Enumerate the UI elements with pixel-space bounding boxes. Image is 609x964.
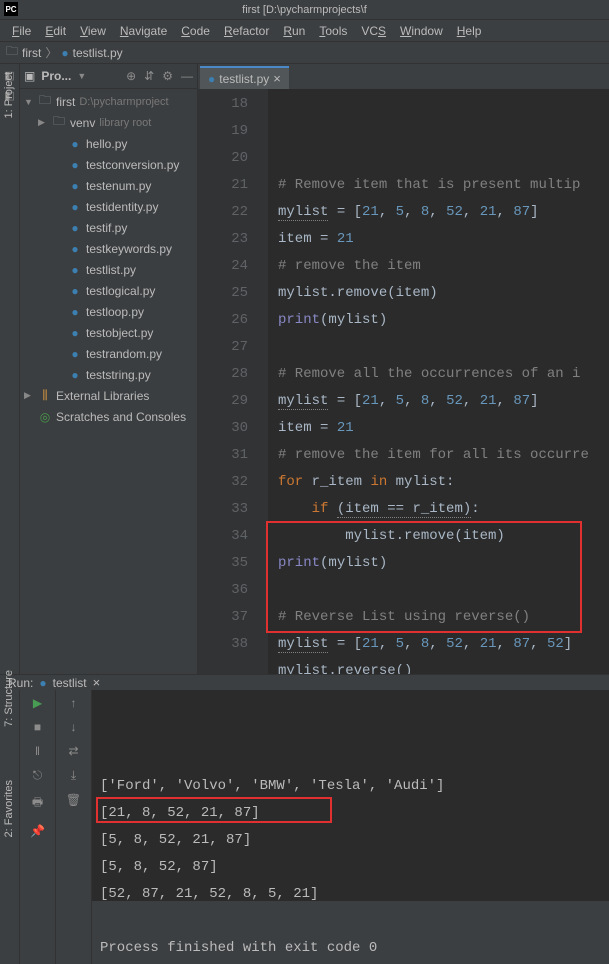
python-icon: ● [68,200,82,214]
minimize-icon[interactable]: — [181,69,193,83]
menu-window[interactable]: Window [394,22,449,40]
menu-code[interactable]: Code [175,22,216,40]
python-icon: ● [61,46,68,60]
python-icon: ● [68,368,82,382]
menu-run[interactable]: Run [277,22,311,40]
pycharm-icon: PC [4,2,18,16]
project-tree: ▼🗀first D:\pycharmproject▶🗀venv library … [20,89,197,429]
menu-view[interactable]: View [74,22,112,40]
tree-item-testloop-py[interactable]: ●testloop.py [20,301,197,322]
tree-item-teststring-py[interactable]: ●teststring.py [20,364,197,385]
tree-item-external-libraries[interactable]: ▶⫼External Libraries [20,385,197,406]
run-toolbar-primary: ▶ ■ ‖ ⎋ 🖶 📌 [20,690,56,964]
console-output[interactable]: ['Ford', 'Volvo', 'BMW', 'Tesla', 'Audi'… [92,690,609,964]
target-icon[interactable]: ⊕ [126,69,136,83]
tree-item-testrandom-py[interactable]: ●testrandom.py [20,343,197,364]
menu-edit[interactable]: Edit [39,22,72,40]
editor-tab[interactable]: ● testlist.py × [200,66,289,89]
python-icon: ● [68,326,82,340]
tree-item-venv[interactable]: ▶🗀venv library root [20,112,197,133]
breadcrumb-bar: 🗀 first 〉 ● testlist.py [0,42,609,64]
tab-label: testlist.py [219,72,269,86]
tree-item-hello-py[interactable]: ●hello.py [20,133,197,154]
run-tool-window: Run: ● testlist × ▶ ■ ‖ ⎋ 🖶 📌 ↑ ↓ ⇄ ⤓ 🗑 … [0,674,609,901]
menu-help[interactable]: Help [451,22,488,40]
tree-arrow-icon: ▼ [24,97,34,107]
project-tool-window: ▣ Pro... ▼ ⊕ ⇵ ⚙ — ▼🗀first D:\pycharmpro… [20,64,198,674]
run-header: Run: ● testlist × [0,675,609,690]
tree-item-testconversion-py[interactable]: ●testconversion.py [20,154,197,175]
python-icon: ● [68,137,82,151]
editor-tab-bar: ● testlist.py × [198,64,609,89]
scratch-icon: ◎ [38,410,52,424]
tree-arrow-icon: ▶ [38,117,48,128]
gear-icon[interactable]: ⚙ [162,69,173,83]
tree-item-testif-py[interactable]: ●testif.py [20,217,197,238]
breadcrumb-root[interactable]: first [22,46,41,60]
close-icon[interactable]: × [93,675,101,690]
tree-item-first[interactable]: ▼🗀first D:\pycharmproject [20,91,197,112]
folder-icon: 🗀 [6,42,18,63]
up-icon[interactable]: ↑ [71,696,77,710]
python-icon: ● [68,263,82,277]
tree-item-testidentity-py[interactable]: ●testidentity.py [20,196,197,217]
menu-refactor[interactable]: Refactor [218,22,275,40]
close-icon[interactable]: × [273,71,281,86]
down-icon[interactable]: ↓ [71,720,77,734]
python-icon: ● [68,221,82,235]
menu-navigate[interactable]: Navigate [114,22,173,40]
structure-vertical-tab[interactable]: 7: Structure [1,666,17,731]
left-gutter-rail: ◧ ◧ [0,64,20,674]
breadcrumb-file[interactable]: testlist.py [73,46,123,60]
run-toolbar-secondary: ↑ ↓ ⇄ ⤓ 🗑 [56,690,92,964]
editor-area: ● testlist.py × 181920212223242526272829… [198,64,609,674]
project-header: ▣ Pro... ▼ ⊕ ⇵ ⚙ — [20,64,197,89]
python-icon: ● [68,305,82,319]
chevron-right-icon: 〉 [45,44,57,61]
exit-icon[interactable]: ⎋ [33,768,43,783]
menu-tools[interactable]: Tools [313,22,353,40]
python-icon: ● [68,179,82,193]
folder-icon: 🗀 [38,91,52,112]
python-icon: ● [68,242,82,256]
pin-icon[interactable]: 📌 [30,824,45,838]
stop-icon[interactable]: ■ [34,720,41,734]
wrap-icon[interactable]: ⇄ [68,744,78,758]
python-icon: ● [68,347,82,361]
project-view-icon: ▣ [24,69,35,83]
trash-icon[interactable]: 🗑 [66,793,81,807]
pause-icon[interactable]: ‖ [35,744,40,758]
menu-vcs[interactable]: VCS [355,22,392,40]
tree-item-scratches-and-consoles[interactable]: ◎Scratches and Consoles [20,406,197,427]
library-icon: ⫼ [38,388,52,403]
tree-item-testkeywords-py[interactable]: ●testkeywords.py [20,238,197,259]
python-icon: ● [68,158,82,172]
window-title: first [D:\pycharmprojects\f [242,4,367,16]
tree-arrow-icon: ▶ [24,390,34,401]
code-text[interactable]: # Remove item that is present multipmyli… [268,89,609,674]
favorites-vertical-tab[interactable]: 2: Favorites [1,776,17,841]
folder-icon: 🗀 [52,112,66,133]
title-bar: PC first [D:\pycharmprojects\f [0,0,609,20]
python-icon: ● [39,676,46,690]
project-label[interactable]: Pro... [41,69,71,83]
tree-item-testlogical-py[interactable]: ●testlogical.py [20,280,197,301]
python-icon: ● [68,284,82,298]
tree-item-testlist-py[interactable]: ●testlist.py [20,259,197,280]
scroll-icon[interactable]: ⤓ [71,768,76,783]
print-icon[interactable]: 🖶 [32,793,43,814]
menu-file[interactable]: File [6,22,37,40]
run-config-name[interactable]: testlist [53,676,87,690]
chevron-down-icon[interactable]: ▼ [77,71,86,81]
menu-bar: FileEditViewNavigateCodeRefactorRunTools… [0,20,609,42]
line-number-gutter: 1819202122232425262728293031323334353637… [198,89,268,674]
project-vertical-tab[interactable]: 1: Project [1,68,17,122]
expand-icon[interactable]: ⇵ [144,69,154,83]
code-editor[interactable]: 1819202122232425262728293031323334353637… [198,89,609,674]
run-icon[interactable]: ▶ [33,696,42,710]
python-icon: ● [208,72,215,86]
tree-item-testenum-py[interactable]: ●testenum.py [20,175,197,196]
tree-item-testobject-py[interactable]: ●testobject.py [20,322,197,343]
